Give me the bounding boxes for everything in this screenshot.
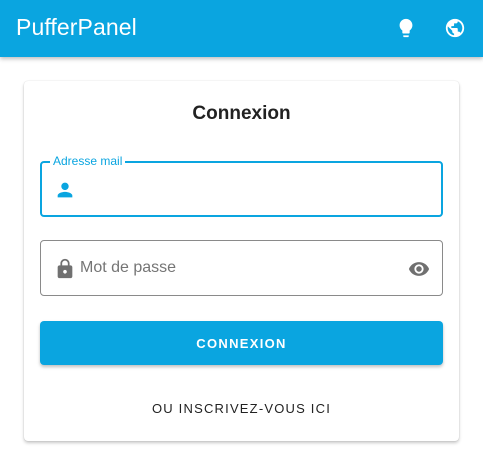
password-input[interactable] — [80, 256, 400, 280]
email-label: Adresse mail — [50, 154, 126, 168]
login-card: Connexion Adresse mail CONNEXION OU INSC… — [24, 81, 459, 441]
register-link[interactable]: OU INSCRIVEZ-VOUS ICI — [40, 393, 443, 423]
lightbulb-icon[interactable] — [395, 17, 417, 39]
card-title: Connexion — [192, 103, 291, 124]
lock-icon — [54, 258, 76, 280]
login-button[interactable]: CONNEXION — [40, 321, 443, 365]
app-bar: PufferPanel — [0, 0, 483, 57]
account-icon — [54, 179, 76, 201]
password-field[interactable] — [40, 240, 443, 296]
app-title[interactable]: PufferPanel — [16, 14, 137, 41]
globe-icon[interactable] — [444, 17, 466, 39]
email-field[interactable]: Adresse mail — [40, 154, 443, 217]
email-input[interactable] — [86, 177, 426, 201]
eye-icon[interactable] — [408, 258, 430, 280]
